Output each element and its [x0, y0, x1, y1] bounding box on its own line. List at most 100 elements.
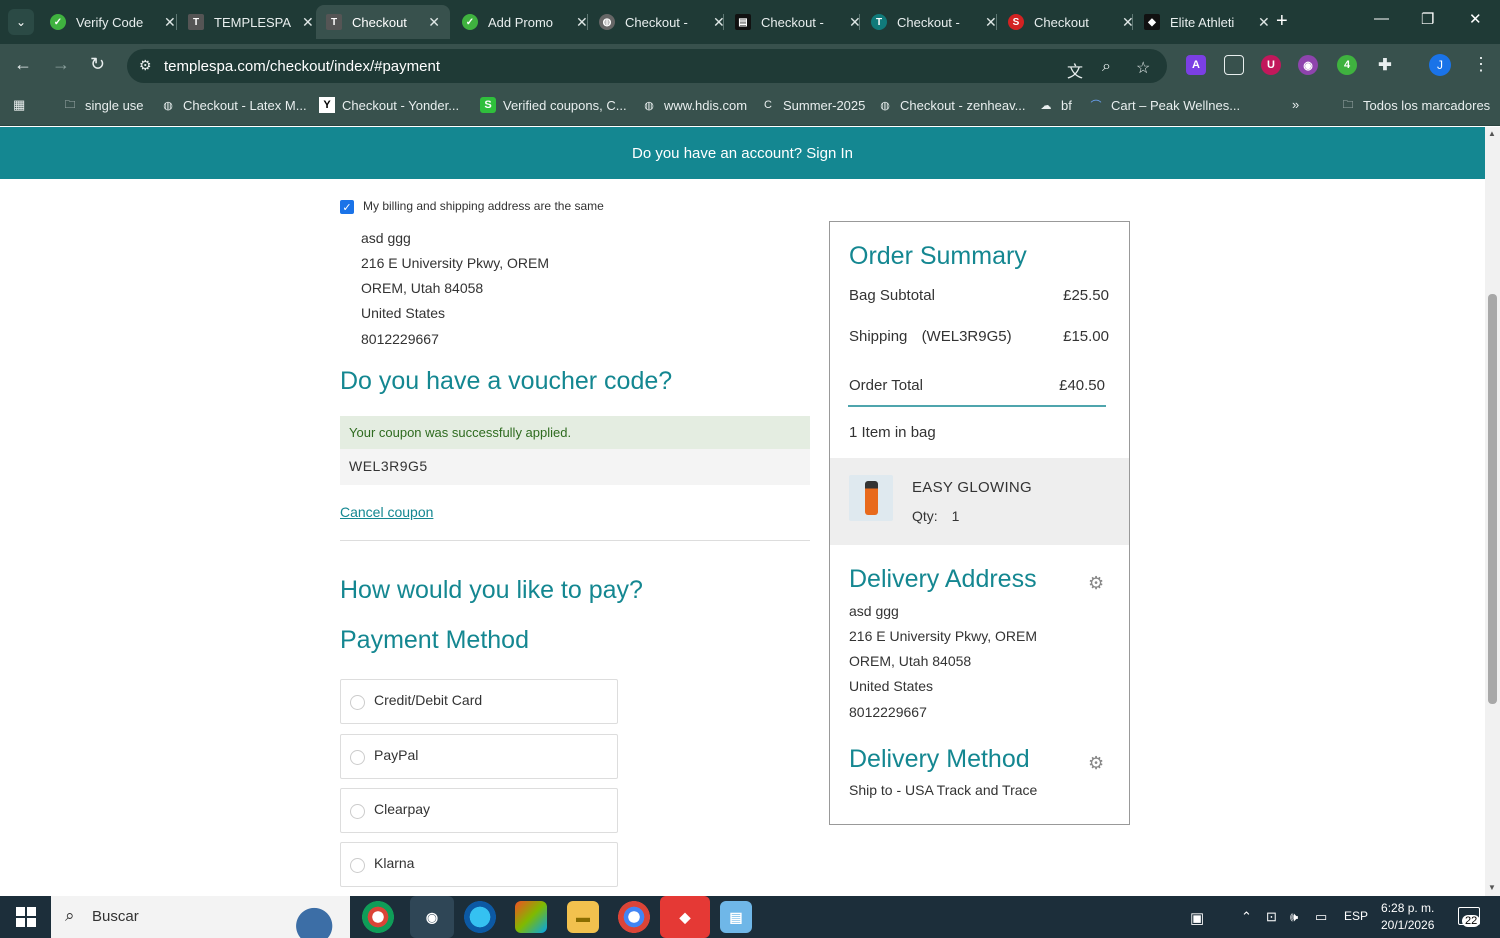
- close-icon[interactable]: ✕: [164, 14, 176, 31]
- new-tab-icon[interactable]: +: [1276, 10, 1288, 33]
- volume-icon[interactable]: 🕪: [1290, 909, 1298, 925]
- tab-elite-athleti[interactable]: ◆ Elite Athleti ✕: [1134, 5, 1280, 39]
- translate-icon[interactable]: 文: [1067, 58, 1083, 82]
- subtotal-row: Bag Subtotal £25.50: [849, 287, 1109, 304]
- reload-icon[interactable]: ↻: [90, 54, 105, 75]
- payment-option-card[interactable]: Credit/Debit Card: [340, 679, 618, 724]
- tab-title: Checkout: [1034, 14, 1089, 30]
- time: 6:28 p. m.: [1381, 901, 1435, 915]
- radio-klarna[interactable]: [350, 858, 365, 873]
- payment-option-paypal[interactable]: PayPal: [340, 734, 618, 779]
- close-icon[interactable]: ✕: [428, 14, 440, 31]
- tab-templespa[interactable]: T TEMPLESPA ✕: [178, 5, 324, 39]
- windows-start-icon[interactable]: [16, 907, 36, 927]
- back-icon[interactable]: ←: [14, 54, 32, 75]
- news-widget-icon[interactable]: ▣: [1190, 909, 1204, 927]
- cancel-coupon-link[interactable]: Cancel coupon: [340, 504, 433, 520]
- tray-chevron-icon[interactable]: ⌃: [1241, 909, 1252, 925]
- extension-purple-icon[interactable]: ◉: [1298, 55, 1318, 75]
- file-explorer-icon[interactable]: ▬: [567, 901, 599, 933]
- extension-u-icon[interactable]: U: [1261, 55, 1281, 75]
- tab-add-promo[interactable]: ✓ Add Promo ✕: [452, 5, 598, 39]
- network-icon[interactable]: ⊡: [1266, 909, 1277, 925]
- notepad-icon[interactable]: ▤: [720, 901, 752, 933]
- bookmark-yonder[interactable]: Y Checkout - Yonder...: [319, 97, 459, 113]
- taskbar-search[interactable]: ⌕ Buscar: [51, 896, 350, 938]
- more-bookmarks-icon[interactable]: »: [1292, 97, 1299, 112]
- payment-option-clearpay[interactable]: Clearpay: [340, 788, 618, 833]
- sign-in-banner[interactable]: Do you have an account? Sign In: [0, 127, 1485, 179]
- page-viewport: Do you have an account? Sign In ✓ My bil…: [0, 127, 1485, 896]
- billing-phone: 8012229667: [361, 331, 439, 347]
- scroll-thumb[interactable]: [1488, 294, 1497, 704]
- scroll-up-icon[interactable]: ▲: [1488, 129, 1496, 138]
- edge-icon[interactable]: [464, 901, 496, 933]
- product-thumbnail[interactable]: [849, 475, 893, 521]
- anydesk-icon[interactable]: ◆: [660, 896, 710, 938]
- chrome-profile-icon[interactable]: [362, 901, 394, 933]
- tab-checkout-2[interactable]: ◍ Checkout - ✕: [589, 5, 735, 39]
- bookmark-summer[interactable]: C Summer-2025: [760, 97, 865, 113]
- apps-grid-icon[interactable]: ▦: [13, 97, 25, 113]
- bookmark-star-icon[interactable]: ☆: [1136, 58, 1150, 78]
- chrome-active-icon[interactable]: ◉: [410, 896, 454, 938]
- extension-reader-icon[interactable]: [1224, 55, 1244, 75]
- display-icon[interactable]: ▭: [1315, 909, 1327, 925]
- copilot-icon[interactable]: [515, 901, 547, 933]
- page-scrollbar[interactable]: ▲ ▼: [1485, 127, 1500, 896]
- tab-checkout-5[interactable]: S Checkout ✕: [998, 5, 1144, 39]
- site-settings-icon[interactable]: ⚙: [139, 57, 152, 74]
- extension-coupon-icon[interactable]: 4: [1337, 55, 1357, 75]
- sign-in-link[interactable]: Do you have an account? Sign In: [632, 145, 853, 162]
- bookmark-single-use[interactable]: 🗀 single use: [62, 97, 144, 113]
- payment-option-label: Clearpay: [374, 801, 431, 817]
- zoom-icon[interactable]: ⌕: [1102, 58, 1111, 76]
- radio-clearpay[interactable]: [350, 804, 365, 819]
- bookmark-hdis[interactable]: ◍ www.hdis.com: [641, 97, 747, 113]
- close-icon[interactable]: ✕: [1258, 14, 1270, 31]
- radio-paypal[interactable]: [350, 750, 365, 765]
- close-icon[interactable]: ✕: [302, 14, 314, 31]
- tab-verify-code[interactable]: ✓ Verify Code ✕: [40, 5, 186, 39]
- radio-card[interactable]: [350, 695, 365, 710]
- close-icon[interactable]: ✕: [985, 14, 997, 31]
- address-bar[interactable]: ⚙ templespa.com/checkout/index/#payment …: [127, 49, 1167, 83]
- language-indicator[interactable]: ESP: [1344, 909, 1368, 923]
- templespa-icon: T: [188, 14, 204, 30]
- tab-search-icon[interactable]: ⌄: [8, 9, 34, 35]
- url-text[interactable]: templespa.com/checkout/index/#payment: [164, 58, 440, 75]
- payment-option-klarna[interactable]: Klarna: [340, 842, 618, 887]
- bookmark-bf[interactable]: ☁ bf: [1038, 97, 1072, 113]
- restore-icon[interactable]: ❐: [1421, 10, 1434, 28]
- peak-icon: ⌒: [1090, 100, 1102, 112]
- same-address-checkbox[interactable]: ✓: [340, 200, 354, 214]
- extension-a-icon[interactable]: A: [1186, 55, 1206, 75]
- bookmark-peak-wellness[interactable]: ⌒ Cart – Peak Wellnes...: [1088, 97, 1241, 113]
- edit-method-gear-icon[interactable]: ⚙: [1088, 753, 1104, 774]
- tab-checkout-3[interactable]: ▤ Checkout - ✕: [725, 5, 871, 39]
- chrome-icon[interactable]: [618, 901, 650, 933]
- scroll-down-icon[interactable]: ▼: [1488, 883, 1496, 892]
- close-icon[interactable]: ✕: [576, 14, 588, 31]
- edit-address-gear-icon[interactable]: ⚙: [1088, 573, 1104, 594]
- bookmark-zenheav[interactable]: ◍ Checkout - zenheav...: [877, 97, 1025, 113]
- bookmark-verified-coupons[interactable]: S Verified coupons, C...: [480, 97, 627, 113]
- bookmark-latex[interactable]: ◍ Checkout - Latex M...: [160, 97, 306, 113]
- extensions-puzzle-icon[interactable]: ✚: [1375, 55, 1395, 75]
- summary-divider: [848, 405, 1106, 407]
- menu-kebab-icon[interactable]: ⋮: [1472, 54, 1490, 75]
- window-close-icon[interactable]: ✕: [1469, 10, 1482, 28]
- tab-checkout-active[interactable]: T Checkout ✕: [316, 5, 450, 39]
- delivery-street: 216 E University Pkwy, OREM: [849, 628, 1038, 644]
- folder-icon: 🗀: [64, 98, 76, 111]
- total-value: £40.50: [1059, 377, 1105, 394]
- profile-avatar[interactable]: J: [1429, 54, 1451, 76]
- cloud-icon: ☁: [1040, 99, 1052, 112]
- search-placeholder[interactable]: Buscar: [92, 908, 139, 925]
- forward-icon[interactable]: →: [52, 54, 70, 75]
- voucher-heading: Do you have a voucher code?: [340, 367, 673, 395]
- tab-checkout-4[interactable]: T Checkout - ✕: [861, 5, 1007, 39]
- taskbar-clock[interactable]: 6:28 p. m. 20/1/2026: [1381, 900, 1434, 934]
- bookmark-all[interactable]: 🗀 Todos los marcadores: [1340, 97, 1491, 113]
- minimize-icon[interactable]: —: [1374, 10, 1389, 27]
